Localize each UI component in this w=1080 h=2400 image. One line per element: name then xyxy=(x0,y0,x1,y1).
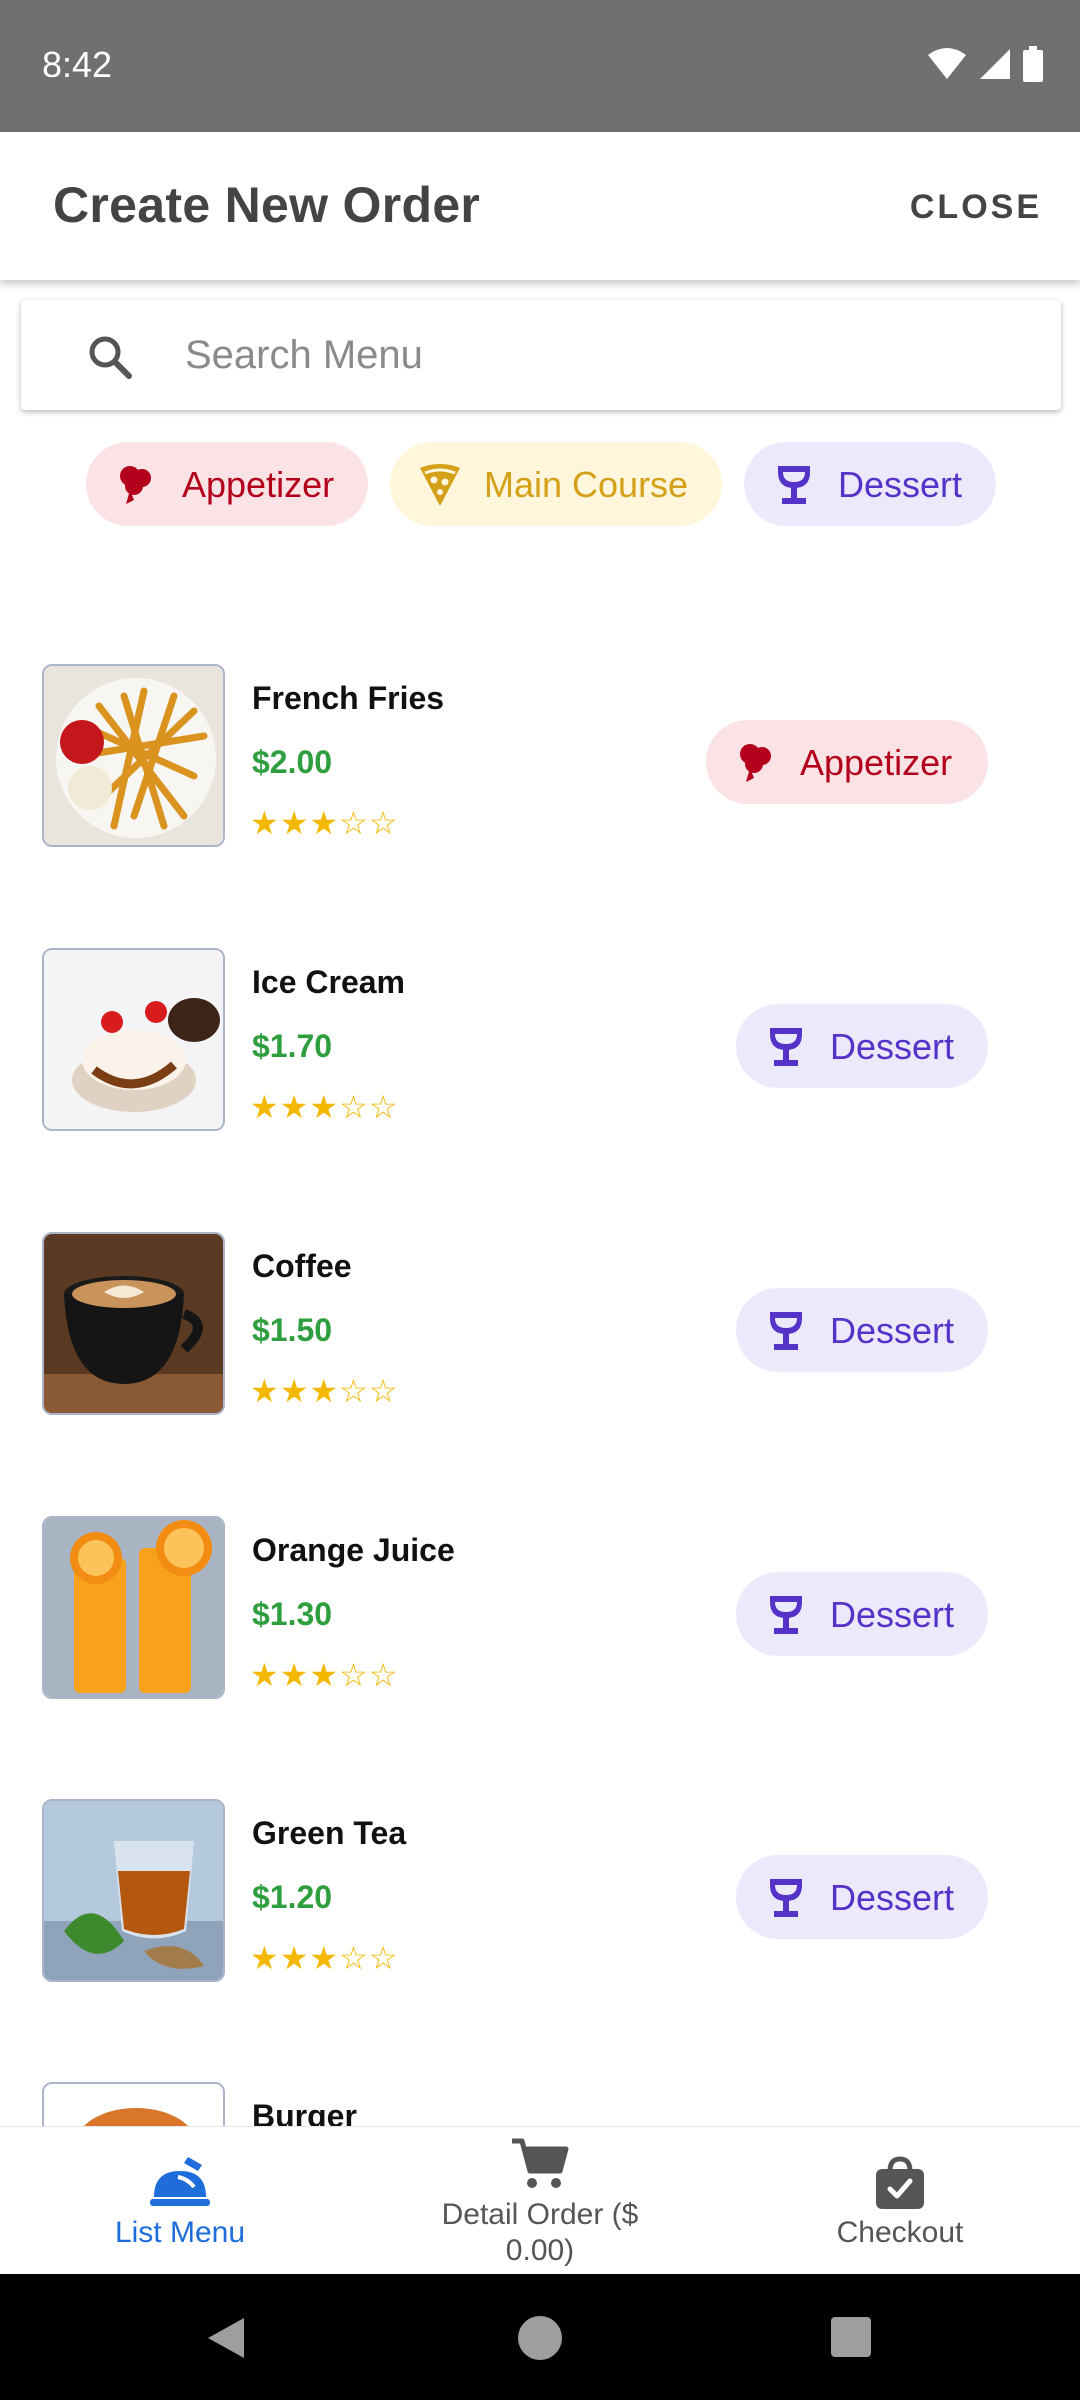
item-name: Green Tea xyxy=(252,1815,407,1851)
item-category-chip: Dessert xyxy=(736,1288,988,1372)
item-category-label: Appetizer xyxy=(800,742,953,783)
nav-label: Checkout xyxy=(836,2216,964,2249)
item-price: $1.30 xyxy=(252,1596,333,1632)
bottom-navigation: List Menu Detail Order ($ 0.00) Checkout xyxy=(0,2126,1080,2274)
item-category-label: Dessert xyxy=(830,1026,955,1067)
appetizer-icon xyxy=(120,466,151,504)
item-rating: ★★★☆☆ xyxy=(250,1089,399,1125)
filter-chip-dessert[interactable]: Dessert xyxy=(744,442,996,526)
wifi-icon xyxy=(928,48,966,79)
dessert-icon xyxy=(770,1879,802,1917)
close-button[interactable]: CLOSE xyxy=(910,188,1042,227)
item-price: $1.70 xyxy=(252,1028,333,1064)
appetizer-icon xyxy=(740,744,771,782)
search-icon xyxy=(89,336,132,379)
nav-list-menu[interactable]: List Menu xyxy=(0,2127,360,2275)
item-price: $2.00 xyxy=(252,744,333,780)
item-price: $1.20 xyxy=(252,1879,333,1915)
home-icon[interactable] xyxy=(516,2314,564,2362)
item-image xyxy=(42,948,225,1131)
back-icon[interactable] xyxy=(204,2316,248,2360)
item-name: Orange Juice xyxy=(252,1532,455,1568)
cart-icon xyxy=(512,2138,569,2188)
item-rating: ★★★☆☆ xyxy=(250,805,399,841)
app-bar: Create New Order CLOSE xyxy=(0,132,1080,280)
nav-label: List Menu xyxy=(114,2216,246,2249)
status-icons xyxy=(926,46,1044,82)
status-bar: 8:42 xyxy=(0,0,1080,132)
item-category-chip: Dessert xyxy=(736,1004,988,1088)
recents-icon[interactable] xyxy=(830,2316,872,2358)
battery-icon xyxy=(1023,46,1043,82)
dessert-icon xyxy=(778,466,810,504)
item-rating: ★★★☆☆ xyxy=(250,1940,399,1976)
item-image xyxy=(42,1799,225,1982)
item-category-chip: Dessert xyxy=(736,1572,988,1656)
signal-icon xyxy=(980,49,1010,79)
pizza-icon xyxy=(420,464,460,506)
checkout-bag-icon xyxy=(876,2156,924,2209)
item-category-chip: Dessert xyxy=(736,1855,988,1939)
item-rating: ★★★☆☆ xyxy=(250,1373,399,1409)
filter-chip-main-course[interactable]: Main Course xyxy=(390,442,722,526)
filter-chip-label: Appetizer xyxy=(182,464,335,505)
item-price: $1.50 xyxy=(252,1312,333,1348)
nav-detail-order[interactable]: Detail Order ($ 0.00) xyxy=(360,2127,720,2275)
menu-item-orange-juice[interactable]: Orange Juice $1.30 ★★★☆☆ Dessert xyxy=(0,1516,1080,1716)
search-box xyxy=(21,300,1061,410)
item-category-label: Dessert xyxy=(830,1310,955,1351)
item-category-label: Dessert xyxy=(830,1877,955,1918)
nav-label-line2: 0.00) xyxy=(505,2234,575,2267)
item-image xyxy=(42,1232,225,1415)
page-title: Create New Order xyxy=(53,177,481,233)
nav-checkout[interactable]: Checkout xyxy=(720,2127,1080,2275)
filter-chip-label: Dessert xyxy=(838,464,963,505)
item-image xyxy=(42,1516,225,1699)
item-category-chip: Appetizer xyxy=(706,720,988,804)
dessert-icon xyxy=(770,1596,802,1634)
item-category-label: Dessert xyxy=(830,1594,955,1635)
menu-item-coffee[interactable]: Coffee $1.50 ★★★☆☆ Dessert xyxy=(0,1232,1080,1432)
dessert-icon xyxy=(770,1312,802,1350)
item-name: Coffee xyxy=(252,1248,352,1284)
system-navigation-bar xyxy=(0,2274,1080,2400)
list-menu-icon xyxy=(150,2157,210,2206)
item-name: French Fries xyxy=(252,680,445,716)
menu-item-french-fries[interactable]: French Fries $2.00 ★★★☆☆ Appetizer xyxy=(0,664,1080,864)
screen: 8:42 Create New Order CLOSE Appetizer xyxy=(0,0,1080,2400)
menu-item-ice-cream[interactable]: Ice Cream $1.70 ★★★☆☆ Dessert xyxy=(0,948,1080,1148)
filter-chip-label: Main Course xyxy=(484,464,689,505)
status-time: 8:42 xyxy=(42,44,113,85)
search-input[interactable] xyxy=(185,330,1025,380)
item-rating: ★★★☆☆ xyxy=(250,1657,399,1693)
nav-label: Detail Order ($ xyxy=(441,2198,639,2231)
filter-chip-appetizer[interactable]: Appetizer xyxy=(86,442,368,526)
dessert-icon xyxy=(770,1028,802,1066)
item-name: Ice Cream xyxy=(252,964,405,1000)
item-image xyxy=(42,664,225,847)
menu-item-green-tea[interactable]: Green Tea $1.20 ★★★☆☆ Dessert xyxy=(0,1799,1080,1999)
